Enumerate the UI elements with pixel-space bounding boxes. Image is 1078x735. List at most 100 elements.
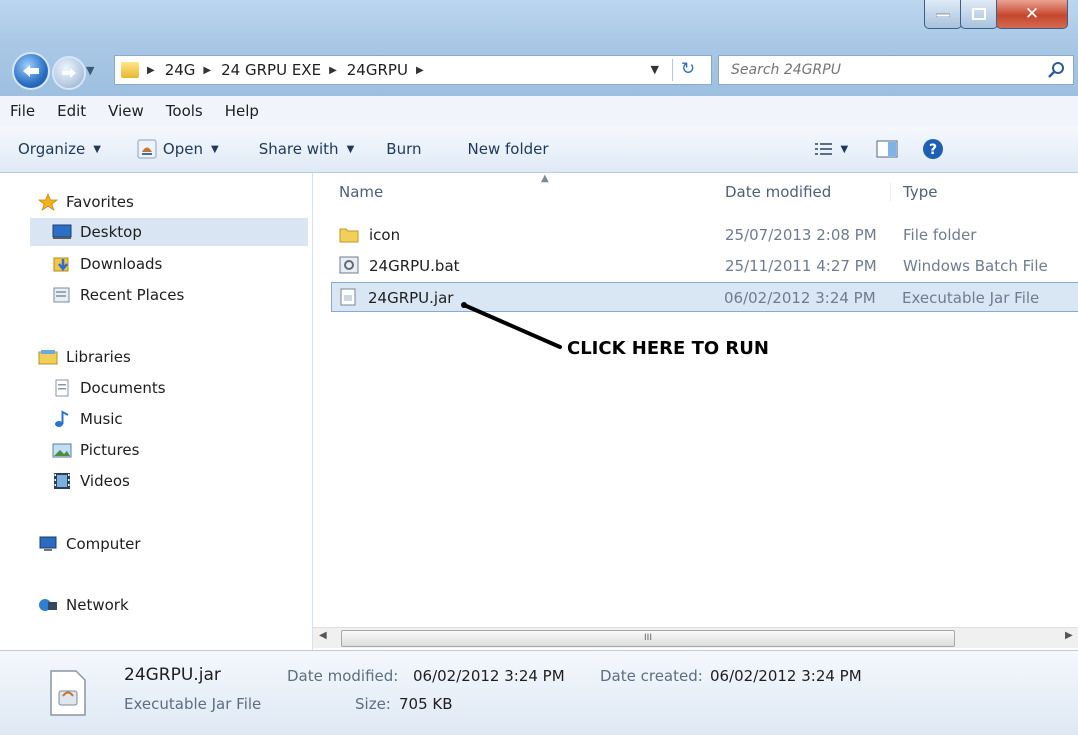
- pictures-icon: [52, 443, 72, 458]
- nav-item-downloads[interactable]: Downloads: [52, 250, 162, 278]
- address-bar[interactable]: ▶ 24G ▶ 24 GRPU EXE ▶ 24GRPU ▶ ▼ ↻: [114, 55, 712, 85]
- recent-pages-dropdown[interactable]: ▼: [86, 64, 100, 78]
- open-label: Open: [162, 140, 203, 158]
- file-date: 25/07/2013 2:08 PM: [725, 226, 877, 244]
- help-icon: ?: [923, 139, 944, 159]
- batch-file-icon: [339, 256, 359, 274]
- file-name: 24GRPU.jar: [368, 289, 454, 307]
- menu-tools[interactable]: Tools: [156, 102, 215, 120]
- documents-icon: [55, 379, 69, 397]
- nav-label: Desktop: [80, 223, 142, 241]
- column-header-type[interactable]: Type: [890, 183, 937, 201]
- desktop-icon: [52, 224, 72, 239]
- organize-button[interactable]: Organize ▼: [18, 140, 101, 158]
- burn-label: Burn: [386, 140, 422, 158]
- breadcrumb-separator-icon: ▶: [203, 64, 212, 76]
- nav-item-pictures[interactable]: Pictures: [52, 436, 139, 464]
- view-list-icon: [814, 143, 832, 155]
- file-date: 25/11/2011 4:27 PM: [725, 257, 877, 275]
- file-row-icon[interactable]: icon 25/07/2013 2:08 PM File folder: [333, 221, 1073, 249]
- menu-help[interactable]: Help: [215, 102, 271, 120]
- share-with-label: Share with: [258, 140, 339, 158]
- file-type: Executable Jar File: [902, 289, 1040, 307]
- details-date-modified-label: Date modified:: [287, 667, 399, 685]
- breadcrumb-separator-icon: ▶: [329, 64, 337, 76]
- search-box[interactable]: [718, 55, 1074, 85]
- burn-button[interactable]: Burn: [386, 140, 421, 158]
- network-icon: [39, 599, 57, 611]
- breadcrumb-24grpu[interactable]: 24GRPU: [347, 61, 408, 79]
- close-button[interactable]: ✕: [996, 0, 1068, 29]
- details-size: 705 KB: [399, 695, 453, 713]
- preview-pane-button[interactable]: [876, 140, 898, 158]
- forward-arrow-icon: [62, 68, 76, 78]
- file-row-24grpu-bat[interactable]: 24GRPU.bat 25/11/2011 4:27 PM Windows Ba…: [333, 252, 1073, 280]
- nav-item-network[interactable]: Network: [38, 591, 129, 619]
- nav-label: Favorites: [66, 193, 134, 211]
- nav-item-videos[interactable]: Videos: [52, 467, 130, 495]
- new-folder-label: New folder: [467, 140, 549, 158]
- nav-item-libraries[interactable]: Libraries: [38, 343, 131, 371]
- column-header-name[interactable]: Name: [339, 183, 383, 201]
- refresh-icon[interactable]: ↻: [672, 59, 703, 81]
- column-header-date-modified[interactable]: Date modified: [725, 183, 831, 201]
- new-folder-button[interactable]: New folder: [468, 140, 549, 158]
- libraries-icon: [38, 350, 58, 365]
- details-filetype: Executable Jar File: [124, 695, 262, 713]
- scroll-right-icon[interactable]: ▶: [1065, 630, 1073, 641]
- open-button[interactable]: Open ▼: [137, 139, 219, 159]
- jar-file-icon: [340, 288, 356, 306]
- navigation-pane: Favorites Desktop Downloads Recent Place…: [0, 173, 313, 650]
- close-icon: ✕: [1024, 4, 1040, 24]
- scroll-thumb[interactable]: III: [341, 630, 955, 647]
- minimize-button[interactable]: [924, 0, 962, 29]
- nav-item-music[interactable]: Music: [52, 405, 123, 433]
- menu-file[interactable]: File: [0, 102, 47, 120]
- nav-label: Computer: [66, 535, 141, 553]
- open-icon: [137, 139, 157, 159]
- annotation-text: CLICK HERE TO RUN: [567, 338, 769, 359]
- nav-item-computer[interactable]: Computer: [38, 530, 141, 558]
- file-row-24grpu-jar[interactable]: 24GRPU.jar 06/02/2012 3:24 PM Executable…: [331, 282, 1078, 312]
- nav-item-favorites[interactable]: Favorites: [38, 188, 134, 216]
- forward-button[interactable]: [52, 56, 86, 90]
- nav-item-recent-places[interactable]: Recent Places: [52, 281, 184, 309]
- nav-label: Recent Places: [80, 286, 185, 304]
- change-view-button[interactable]: ▼: [814, 142, 849, 156]
- downloads-icon: [53, 257, 69, 272]
- horizontal-scrollbar[interactable]: ◀ III ▶: [313, 627, 1078, 648]
- share-with-button[interactable]: Share with ▼: [259, 140, 355, 158]
- menu-edit[interactable]: Edit: [47, 102, 98, 120]
- organize-label: Organize: [18, 140, 86, 158]
- maximize-button[interactable]: [960, 0, 998, 29]
- chevron-down-icon: ▼: [346, 143, 355, 155]
- details-size-label: Size:: [355, 695, 391, 713]
- search-icon[interactable]: [1047, 60, 1067, 80]
- search-input[interactable]: [729, 61, 1013, 79]
- details-date-created: 06/02/2012 3:24 PM: [710, 667, 862, 685]
- nav-label: Pictures: [80, 441, 140, 459]
- nav-item-desktop[interactable]: Desktop: [52, 218, 142, 246]
- address-history-dropdown-icon[interactable]: ▼: [651, 63, 659, 76]
- details-date-created-label: Date created:: [600, 667, 703, 685]
- annotation-arrow: [461, 302, 562, 349]
- back-arrow-icon: [23, 65, 39, 77]
- file-type: File folder: [903, 226, 977, 244]
- preview-pane-icon: [876, 140, 898, 158]
- help-button[interactable]: ?: [922, 138, 944, 160]
- file-date: 06/02/2012 3:24 PM: [724, 289, 876, 307]
- file-list: Name ▲ Date modified Type icon 25/07/201…: [313, 173, 1078, 623]
- menu-view[interactable]: View: [98, 102, 156, 120]
- back-button[interactable]: [12, 52, 50, 90]
- nav-item-documents[interactable]: Documents: [52, 374, 166, 402]
- nav-label: Downloads: [80, 255, 163, 273]
- scroll-left-icon[interactable]: ◀: [319, 630, 327, 641]
- breadcrumb-24g[interactable]: 24G: [165, 61, 196, 79]
- chevron-down-icon: ▼: [210, 143, 219, 155]
- chevron-down-icon: ▼: [840, 143, 849, 155]
- file-name: 24GRPU.bat: [369, 257, 460, 275]
- folder-icon: [339, 228, 359, 243]
- nav-label: Videos: [80, 472, 130, 490]
- svg-text:?: ?: [929, 142, 937, 158]
- breadcrumb-24-grpu-exe[interactable]: 24 GRPU EXE: [221, 61, 321, 79]
